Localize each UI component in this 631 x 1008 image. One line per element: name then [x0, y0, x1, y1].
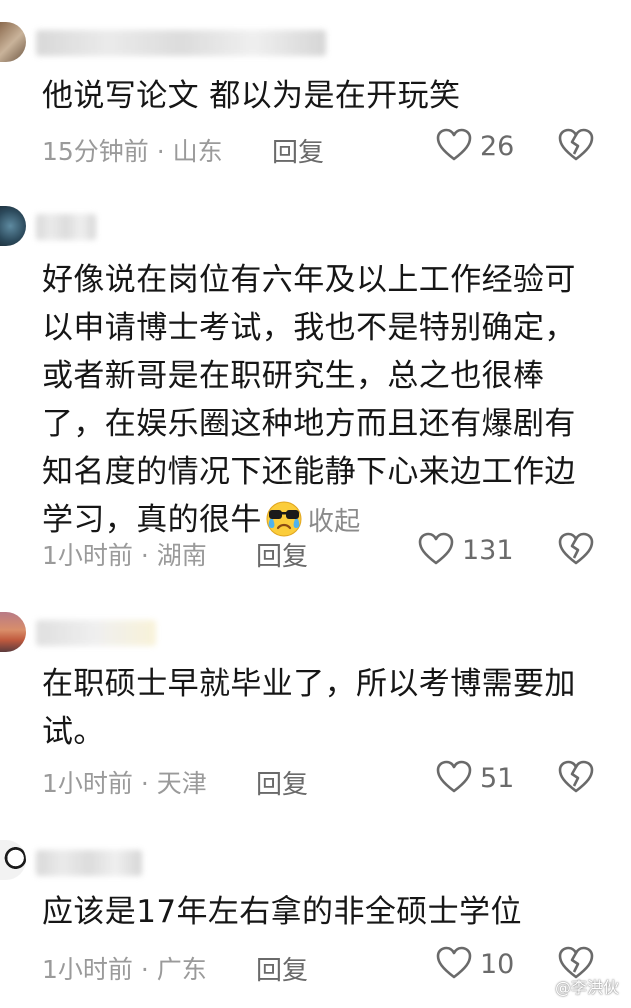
- heart-outline-icon: [436, 946, 472, 979]
- dislike-button[interactable]: [558, 126, 598, 166]
- heart-outline-icon: [436, 760, 472, 793]
- broken-heart-icon: [558, 760, 594, 793]
- reply-button[interactable]: 回复: [256, 764, 308, 801]
- comment-item: 好像说在岗位有六年及以上工作经验可以申请博士考试，我也不是特别确定，或者新哥是在…: [0, 180, 631, 590]
- dislike-button[interactable]: [558, 530, 598, 570]
- like-count: 131: [462, 535, 514, 566]
- broken-heart-icon: [558, 128, 594, 161]
- reply-button[interactable]: 回复: [256, 950, 308, 987]
- comment-time-location: 1小时前 · 湖南: [42, 541, 207, 570]
- reply-button[interactable]: 回复: [256, 536, 308, 573]
- username-blurred[interactable]: [36, 214, 96, 240]
- comment-time-location: 1小时前 · 广东: [42, 955, 207, 984]
- username-blurred[interactable]: [36, 850, 142, 876]
- comment-meta: 1小时前 · 广东 回复 10: [42, 944, 602, 987]
- broken-heart-icon: [558, 532, 594, 565]
- avatar[interactable]: [0, 840, 26, 880]
- like-count: 51: [480, 763, 515, 794]
- reply-button[interactable]: 回复: [272, 132, 324, 169]
- avatar[interactable]: [0, 22, 26, 62]
- heart-outline-icon: [436, 128, 472, 161]
- like-button[interactable]: 51: [436, 758, 546, 798]
- like-button[interactable]: 10: [436, 944, 546, 984]
- username-blurred[interactable]: [36, 30, 326, 56]
- watermark: @李洪伙: [554, 978, 619, 997]
- comment-meta: 15分钟前 · 山东 回复 26: [42, 126, 602, 169]
- comment-text: 在职硕士早就毕业了，所以考博需要加试。: [42, 666, 576, 750]
- like-count: 10: [480, 949, 515, 980]
- comment-text-content: 好像说在岗位有六年及以上工作经验可以申请博士考试，我也不是特别确定，或者新哥是在…: [42, 262, 576, 538]
- comment-item: 应该是17年左右拿的非全硕士学位 1小时前 · 广东 回复 10: [0, 820, 631, 1008]
- comment-item: 在职硕士早就毕业了，所以考博需要加试。 1小时前 · 天津 回复 51: [0, 590, 631, 820]
- username-blurred[interactable]: [36, 620, 156, 646]
- dislike-button[interactable]: [558, 758, 598, 798]
- avatar[interactable]: [0, 206, 26, 246]
- avatar[interactable]: [0, 612, 26, 652]
- comment-time-location: 15分钟前 · 山东: [42, 137, 223, 166]
- comment-meta: 1小时前 · 湖南 回复 131: [42, 530, 602, 573]
- comment-text: 好像说在岗位有六年及以上工作经验可以申请博士考试，我也不是特别确定，或者新哥是在…: [42, 256, 607, 546]
- heart-outline-icon: [418, 532, 454, 565]
- like-button[interactable]: 131: [418, 530, 548, 570]
- comment-time-location: 1小时前 · 天津: [42, 769, 207, 798]
- comment-text: 他说写论文 都以为是在开玩笑: [42, 78, 461, 114]
- comment-text: 应该是17年左右拿的非全硕士学位: [42, 894, 522, 930]
- comment-meta: 1小时前 · 天津 回复 51: [42, 758, 602, 801]
- like-button[interactable]: 26: [436, 126, 546, 166]
- comment-item: 他说写论文 都以为是在开玩笑 15分钟前 · 山东 回复 26: [0, 0, 631, 180]
- like-count: 26: [480, 131, 515, 162]
